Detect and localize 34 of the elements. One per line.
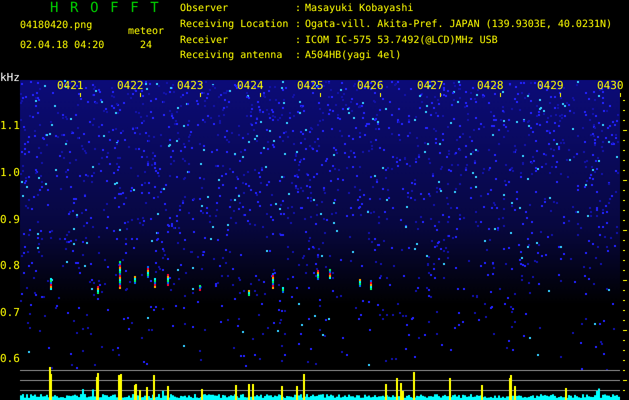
info-label: Receiver bbox=[180, 34, 230, 48]
time-label: 0430 bbox=[597, 79, 624, 92]
meteor-count: 24 bbox=[138, 39, 154, 52]
time-label: 0428 bbox=[477, 79, 504, 92]
time-label: 0427 bbox=[417, 79, 444, 92]
time-label: 0426 bbox=[357, 79, 384, 92]
info-value: Masayuki Kobayashi bbox=[305, 3, 414, 16]
axis-label: 1.0 bbox=[0, 167, 20, 182]
info-label: Observer bbox=[180, 3, 230, 16]
info-separator: : bbox=[295, 50, 302, 64]
axis-label: 1.1 bbox=[0, 120, 20, 134]
axis-label: 0.6 bbox=[0, 353, 20, 368]
axis-label: 0.8 bbox=[0, 260, 20, 274]
info-separator: : bbox=[295, 18, 302, 32]
info-value: ICOM IC-575 53.7492(@LCD)MHz USB bbox=[305, 34, 499, 48]
info-label: Receiving Location bbox=[180, 18, 290, 32]
date-time: 02.04.18 04:20 bbox=[20, 39, 106, 52]
time-label: 0422 bbox=[117, 79, 144, 92]
axis-unit: kHz bbox=[0, 72, 20, 86]
time-label: 0424 bbox=[237, 79, 264, 92]
info-label: Receiving antenna bbox=[180, 50, 284, 64]
time-label: 0421 bbox=[57, 79, 84, 92]
time-label: 0425 bbox=[297, 79, 324, 92]
axis-label: 0.9 bbox=[0, 214, 20, 228]
count-label: meteor bbox=[126, 25, 166, 38]
time-label: 0423 bbox=[177, 79, 204, 92]
file-name: 04180420.png bbox=[20, 19, 94, 33]
axis-label: 0.7 bbox=[0, 306, 20, 321]
app-title: H R O F F T bbox=[49, 0, 162, 18]
info-separator: : bbox=[295, 34, 302, 48]
info-value: A504HB(yagi 4el) bbox=[305, 50, 402, 64]
info-separator: : bbox=[295, 3, 302, 16]
info-value: Ogata-vill. Akita-Pref. JAPAN (139.9303E, 40.0231N) bbox=[305, 18, 612, 32]
time-label: 0429 bbox=[537, 79, 564, 92]
